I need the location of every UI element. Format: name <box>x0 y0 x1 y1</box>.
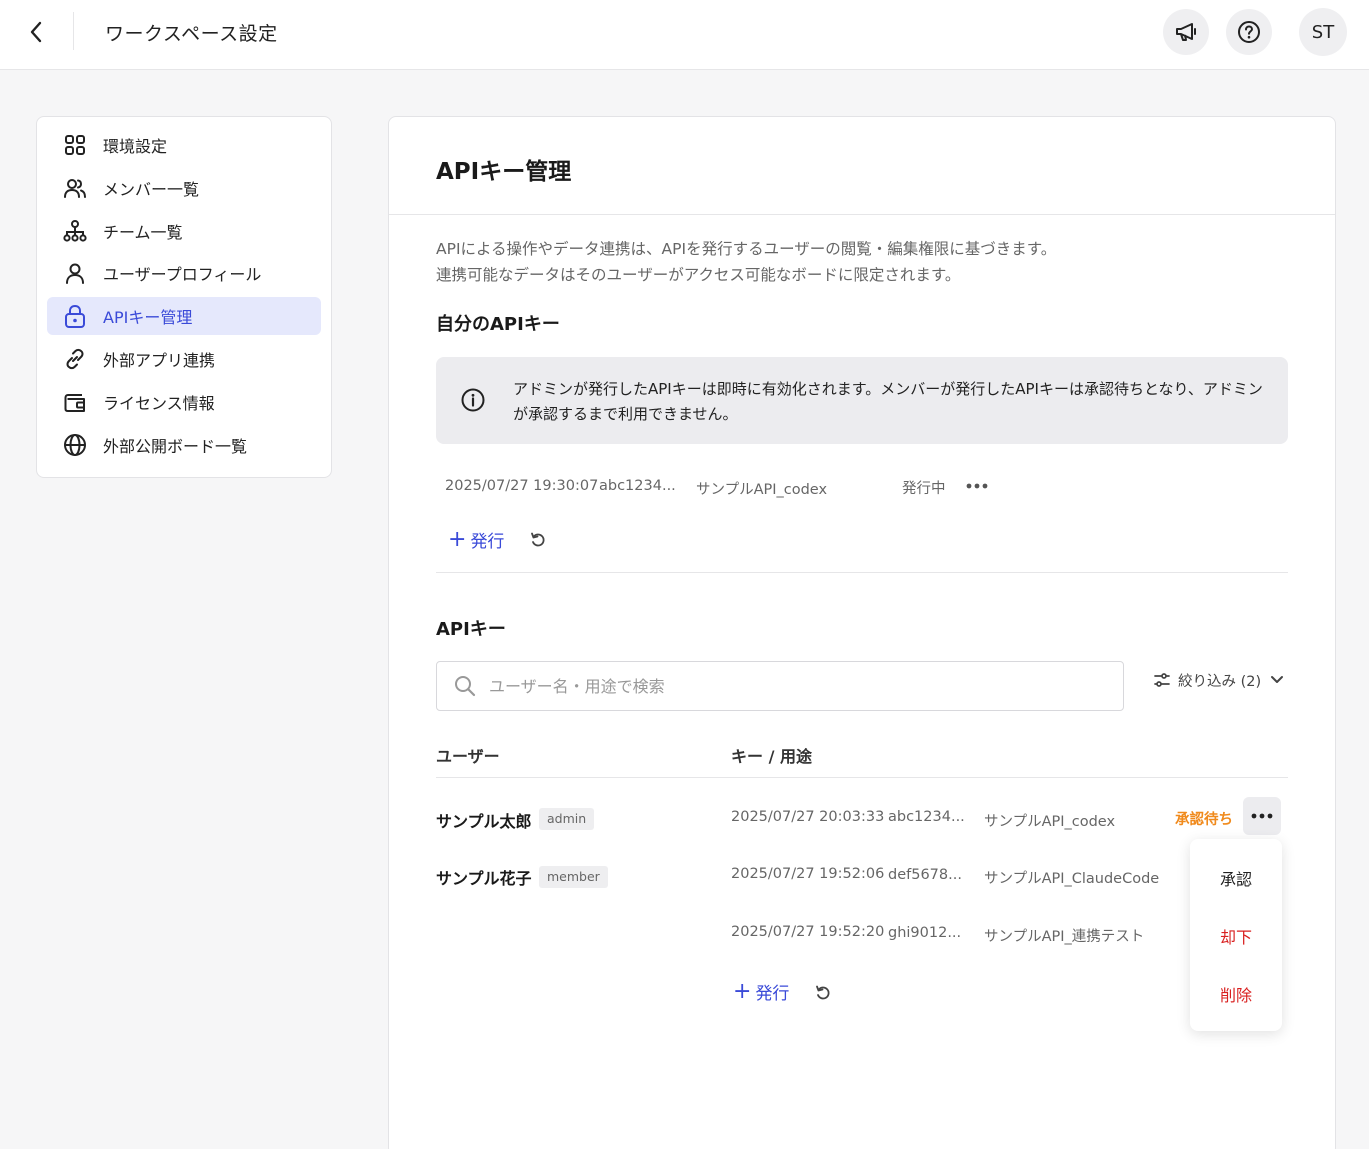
key-date: 2025/07/27 19:30:07 <box>445 478 599 494</box>
my-keys-title: 自分のAPIキー <box>436 314 560 335</box>
key-date: 2025/07/27 19:52:20 <box>731 924 885 940</box>
sidebar-item-label: 外部公開ボード一覧 <box>103 436 248 456</box>
sidebar: 環境設定 メンバー一覧 チーム一覧 ユーザープロフィール APIキー管理 外部ア… <box>36 116 332 478</box>
search-icon <box>453 674 477 702</box>
filter-button[interactable]: 絞り込み (2) <box>1153 668 1284 692</box>
key-purpose: サンプルAPI_codex <box>984 814 1116 830</box>
main-panel: APIキー管理 APIによる操作やデータ連携は、APIを発行するユーザーの閲覧・… <box>388 116 1336 1149</box>
divider <box>436 572 1288 573</box>
key-id: ghi9012... <box>888 925 962 941</box>
key-date: 2025/07/27 20:03:33 <box>731 809 885 825</box>
sidebar-item-teams[interactable]: チーム一覧 <box>47 212 321 250</box>
lock-icon <box>63 304 87 329</box>
link-icon <box>63 347 87 371</box>
header-divider <box>73 12 74 50</box>
sidebar-item-integrations[interactable]: 外部アプリ連携 <box>47 340 321 378</box>
user-icon <box>63 261 87 285</box>
sidebar-item-public-boards[interactable]: 外部公開ボード一覧 <box>47 426 321 464</box>
announcement-button[interactable] <box>1163 9 1209 55</box>
megaphone-icon <box>1176 23 1196 41</box>
sidebar-item-label: APIキー管理 <box>103 308 193 328</box>
key-id: abc1234... <box>599 478 676 494</box>
section-heading: APIキー管理 <box>436 159 572 185</box>
filter-sliders-icon <box>1154 673 1170 687</box>
sidebar-item-label: 環境設定 <box>103 137 168 156</box>
description-line: 連携可能なデータはそのユーザーがアクセス可能なボードに限定されます。 <box>436 266 961 284</box>
help-button[interactable] <box>1226 9 1272 55</box>
grid-icon <box>63 133 87 157</box>
key-date: 2025/07/27 19:52:06 <box>731 866 885 882</box>
issue-key-label: 発行 <box>470 532 505 552</box>
page-title: ワークスペース設定 <box>105 23 278 45</box>
wallet-icon <box>63 390 87 414</box>
key-purpose: サンプルAPI_codex <box>696 482 828 498</box>
user-name: サンプル花子 <box>436 869 532 888</box>
status-badge: 承認待ち <box>1175 812 1233 828</box>
plus-icon: + <box>733 978 752 1004</box>
key-purpose: サンプルAPI_ClaudeCode <box>984 871 1160 887</box>
search-input[interactable] <box>489 672 1089 700</box>
sidebar-item-members[interactable]: メンバー一覧 <box>47 169 321 207</box>
help-circle-icon <box>1238 21 1260 43</box>
refresh-button[interactable] <box>814 984 832 1006</box>
refresh-icon <box>816 985 830 1000</box>
sidebar-item-label: 外部アプリ連携 <box>103 350 216 370</box>
key-id: def5678... <box>888 867 962 883</box>
more-options-button[interactable] <box>961 475 993 497</box>
role-badge: member <box>539 866 608 888</box>
description: APIによる操作やデータ連携は、APIを発行するユーザーの閲覧・編集権限に基づき… <box>436 236 1056 288</box>
key-id: abc1234... <box>888 809 965 825</box>
user-name: サンプル太郎 <box>436 812 532 831</box>
table-header-divider <box>436 777 1288 778</box>
key-status: 発行中 <box>902 481 946 497</box>
key-purpose: サンプルAPI_連携テスト <box>984 929 1145 945</box>
sidebar-item-label: チーム一覧 <box>103 222 183 242</box>
refresh-button[interactable] <box>529 531 547 553</box>
more-dots-icon <box>1251 813 1273 819</box>
sidebar-item-api-keys[interactable]: APIキー管理 <box>47 297 321 336</box>
role-badge: admin <box>539 808 595 830</box>
sidebar-item-label: ユーザープロフィール <box>103 265 262 285</box>
globe-icon <box>63 433 87 457</box>
search-box <box>436 661 1124 711</box>
sidebar-item-label: ライセンス情報 <box>103 393 215 413</box>
refresh-icon <box>531 532 545 547</box>
avatar[interactable]: ST <box>1299 8 1347 56</box>
issue-key-button[interactable]: + 発行 <box>733 979 789 1004</box>
issue-key-label: 発行 <box>755 984 790 1004</box>
row-action-menu: 承認 却下 削除 <box>1190 839 1282 1031</box>
issue-key-button[interactable]: + 発行 <box>448 527 504 552</box>
more-dots-icon <box>966 483 988 489</box>
hierarchy-icon <box>63 219 87 243</box>
approve-menu-item[interactable]: 承認 <box>1190 866 1282 890</box>
plus-icon: + <box>448 526 467 552</box>
back-button[interactable] <box>18 14 54 50</box>
info-icon <box>460 387 486 417</box>
users-icon <box>63 176 87 200</box>
sidebar-item-label: メンバー一覧 <box>103 179 200 199</box>
top-bar: ワークスペース設定 ST <box>0 0 1369 70</box>
delete-menu-item[interactable]: 削除 <box>1190 982 1282 1006</box>
info-banner: アドミンが発行したAPIキーは即時に有効化されます。メンバーが発行したAPIキー… <box>436 357 1288 444</box>
divider <box>389 214 1335 215</box>
sidebar-item-environment[interactable]: 環境設定 <box>47 126 321 164</box>
info-text: アドミンが発行したAPIキーは即時に有効化されます。メンバーが発行したAPIキー… <box>513 380 1263 423</box>
description-line: APIによる操作やデータ連携は、APIを発行するユーザーの閲覧・編集権限に基づき… <box>436 240 1057 258</box>
reject-menu-item[interactable]: 却下 <box>1190 924 1282 948</box>
more-options-button[interactable] <box>1243 797 1281 835</box>
api-keys-title: APIキー <box>436 619 506 640</box>
chevron-down-icon <box>1271 676 1284 683</box>
column-header-key: キー / 用途 <box>731 747 812 766</box>
filter-label: 絞り込み (2) <box>1178 673 1262 690</box>
column-header-user: ユーザー <box>436 747 500 766</box>
sidebar-item-license[interactable]: ライセンス情報 <box>47 383 321 421</box>
sidebar-item-profile[interactable]: ユーザープロフィール <box>47 254 321 292</box>
chevron-left-icon <box>30 21 42 43</box>
